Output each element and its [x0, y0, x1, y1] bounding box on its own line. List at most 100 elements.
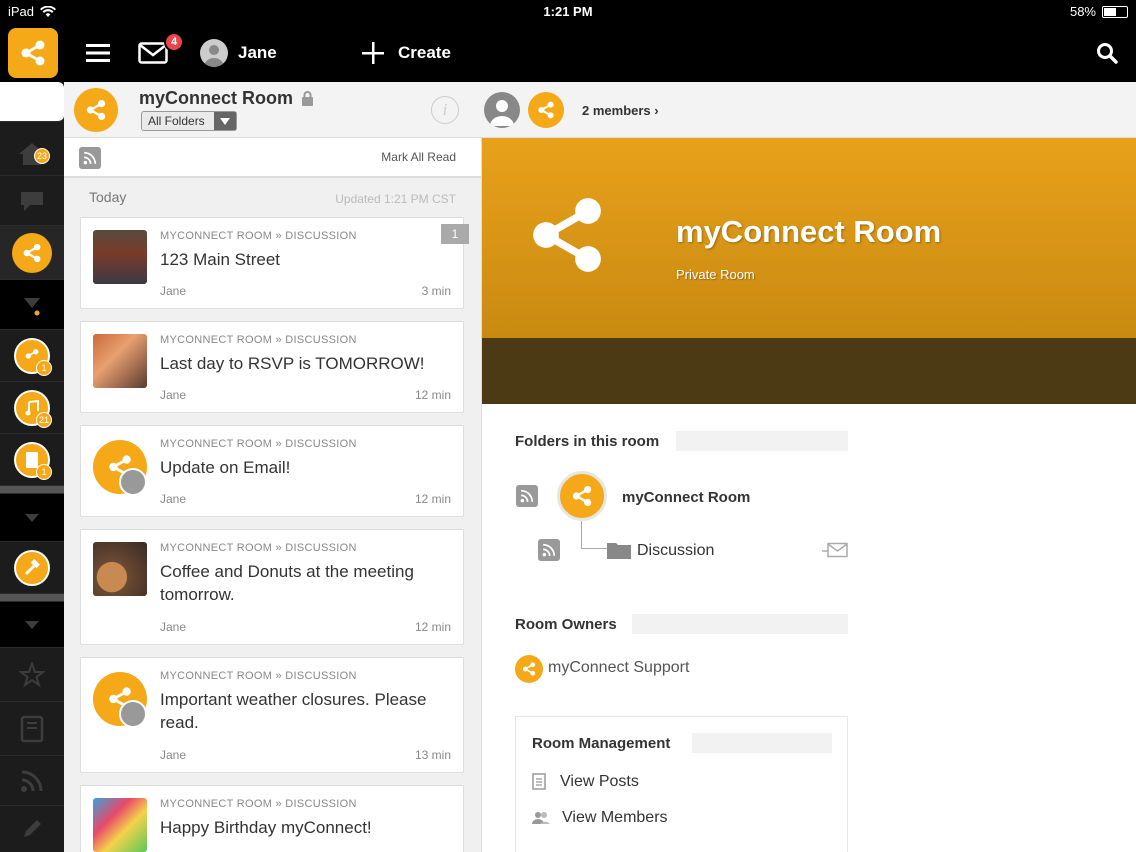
- rail-compose[interactable]: [0, 806, 64, 852]
- room-avatar: [12, 232, 52, 273]
- room-header: myConnect Room All Folders i 2 members ›: [64, 82, 1136, 138]
- view-posts-link[interactable]: View Posts: [532, 773, 639, 791]
- left-rail: 23 1 21 1: [0, 82, 64, 852]
- chevron-down-icon: [25, 513, 39, 522]
- chevron-down-icon: [25, 620, 39, 629]
- post-breadcrumb: MYCONNECT ROOM » DISCUSSION: [160, 670, 357, 682]
- room-3-avatar: 1: [14, 441, 52, 480]
- rail-expand-1[interactable]: [0, 494, 64, 542]
- rss-button[interactable]: [516, 485, 538, 507]
- feed-card[interactable]: MYCONNECT ROOM » DISCUSSION Happy Birthd…: [80, 785, 464, 852]
- rail-room-2[interactable]: 21: [0, 382, 64, 434]
- rail-expand-2[interactable]: [0, 602, 64, 648]
- create-label: Create: [398, 43, 451, 62]
- rail-directory[interactable]: [0, 702, 64, 756]
- search-button[interactable]: [1096, 24, 1118, 82]
- rail-room-active[interactable]: [0, 226, 64, 280]
- share-icon: [25, 348, 39, 359]
- clock: 1:21 PM: [543, 4, 593, 19]
- tree-connector: [581, 521, 607, 549]
- hero-band: [482, 338, 1136, 404]
- rail-divider: [0, 486, 64, 494]
- home-badge: 23: [34, 148, 50, 164]
- battery-percent: 58%: [1069, 4, 1096, 19]
- members-link[interactable]: 2 members ›: [582, 103, 659, 118]
- hero-title: myConnect Room: [676, 214, 942, 249]
- feed-card[interactable]: MYCONNECT ROOM » DISCUSSION 123 Main Str…: [80, 217, 469, 309]
- day-label: Today: [89, 189, 127, 205]
- menu-button[interactable]: [86, 24, 110, 82]
- divider: [692, 733, 832, 753]
- post-thumbnail: [93, 334, 147, 388]
- rail-feeds[interactable]: [0, 756, 64, 806]
- feed-card[interactable]: MYCONNECT ROOM » DISCUSSION Update on Em…: [80, 425, 464, 517]
- share-icon: [538, 101, 554, 119]
- rail-room-1[interactable]: 1: [0, 330, 64, 382]
- rail-favorites[interactable]: [0, 648, 64, 702]
- info-button[interactable]: i: [431, 96, 459, 124]
- folder-child-link[interactable]: Discussion: [637, 542, 714, 560]
- view-members-label: View Members: [562, 809, 668, 826]
- email-folder-icon[interactable]: [822, 542, 848, 558]
- rss-icon: [21, 770, 43, 792]
- search-icon: [1097, 43, 1118, 64]
- post-time: 12 min: [414, 388, 451, 402]
- post-author: Jane: [160, 284, 187, 298]
- mail-button[interactable]: 4: [138, 24, 184, 82]
- divider: [676, 431, 848, 451]
- post-breadcrumb: MYCONNECT ROOM » DISCUSSION: [160, 798, 357, 810]
- activity-feed: Mark All Read Today Updated 1:21 PM CST …: [64, 138, 482, 852]
- room-management-panel: Room Management View Posts View Members: [515, 716, 848, 852]
- room-1-avatar: 1: [14, 337, 52, 376]
- gavel-icon: [24, 558, 40, 575]
- feed-card[interactable]: MYCONNECT ROOM » DISCUSSION Important we…: [80, 657, 464, 773]
- feed-card[interactable]: MYCONNECT ROOM » DISCUSSION Last day to …: [80, 321, 464, 413]
- divider: [632, 614, 848, 634]
- rail-home[interactable]: 23: [0, 132, 64, 176]
- post-time: 12 min: [414, 492, 451, 506]
- post-title: Last day to RSVP is TOMORROW!: [160, 354, 425, 373]
- plus-icon: [362, 42, 384, 64]
- share-icon: [86, 100, 106, 120]
- status-bar: iPad 1:21 PM 58%: [0, 0, 1136, 24]
- chat-icon: [21, 191, 43, 211]
- posts-icon: [532, 773, 546, 790]
- post-title: 123 Main Street: [160, 250, 281, 269]
- share-icon: [21, 40, 45, 66]
- share-icon: [522, 662, 536, 676]
- pencil-icon: [24, 820, 41, 837]
- rail-room-3[interactable]: 1: [0, 434, 64, 486]
- rss-button[interactable]: [79, 147, 101, 169]
- hamburger-icon: [86, 44, 110, 62]
- room-icon: [74, 88, 118, 132]
- mark-all-read-button[interactable]: Mark All Read: [381, 150, 456, 164]
- room-title: myConnect Room: [139, 88, 294, 108]
- filter-icon: [24, 297, 40, 315]
- rail-room-4[interactable]: [0, 542, 64, 594]
- lock-icon: [302, 91, 314, 106]
- app-logo-button[interactable]: [8, 28, 58, 78]
- post-thumbnail: [93, 230, 147, 284]
- chevron-down-icon: [214, 112, 236, 130]
- owner-link[interactable]: myConnect Support: [548, 659, 689, 677]
- member-room-avatar[interactable]: [528, 92, 564, 128]
- rail-search-box[interactable]: [0, 82, 64, 122]
- share-icon: [572, 486, 592, 506]
- feed-card[interactable]: MYCONNECT ROOM » DISCUSSION Coffee and D…: [80, 529, 464, 645]
- post-breadcrumb: MYCONNECT ROOM » DISCUSSION: [160, 438, 357, 450]
- rail-filter[interactable]: [0, 280, 64, 330]
- rail-chat[interactable]: [0, 176, 64, 226]
- share-icon: [23, 243, 41, 262]
- post-breadcrumb: MYCONNECT ROOM » DISCUSSION: [160, 230, 357, 242]
- member-avatar[interactable]: [484, 92, 520, 128]
- room-2-avatar: 21: [14, 389, 52, 428]
- post-time: 13 min: [414, 748, 451, 762]
- rss-button[interactable]: [538, 539, 560, 561]
- create-button[interactable]: Create: [362, 24, 451, 82]
- folder-root-link[interactable]: myConnect Room: [622, 489, 750, 506]
- view-members-link[interactable]: View Members: [532, 809, 668, 827]
- rss-icon: [542, 543, 556, 557]
- rail-divider: [0, 594, 64, 602]
- user-menu[interactable]: Jane: [200, 24, 277, 82]
- folder-select[interactable]: All Folders: [141, 111, 237, 131]
